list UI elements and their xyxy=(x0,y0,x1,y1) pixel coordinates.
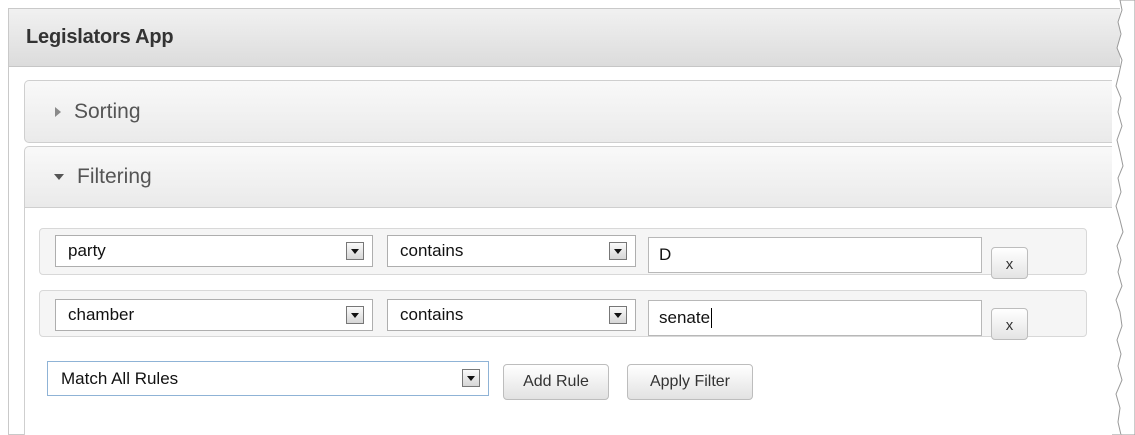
chevron-down-icon xyxy=(614,312,622,318)
chevron-down-icon xyxy=(351,248,359,254)
rule-operator-value: contains xyxy=(400,241,464,260)
sorting-section-header[interactable]: Sorting xyxy=(24,80,1112,143)
chevron-down-icon xyxy=(351,312,359,318)
rule-field-select[interactable]: chamber xyxy=(55,299,373,331)
rule-value-text: senate xyxy=(659,308,711,327)
chevron-down-icon xyxy=(467,375,475,381)
sorting-label: Sorting xyxy=(74,99,141,123)
dropdown-button[interactable] xyxy=(609,306,627,324)
rule-value-input[interactable]: senate xyxy=(648,300,982,336)
text-caret xyxy=(711,308,713,328)
rule-operator-value: contains xyxy=(400,305,464,324)
app-header: Legislators App xyxy=(9,9,1120,67)
filtering-section-header[interactable]: Filtering xyxy=(24,146,1112,208)
rule-field-value: party xyxy=(68,241,106,260)
match-mode-value: Match All Rules xyxy=(61,368,179,388)
triangle-right-icon xyxy=(55,106,61,117)
triangle-down-icon xyxy=(54,174,64,180)
remove-rule-button[interactable]: x xyxy=(991,308,1028,340)
filtering-label: Filtering xyxy=(77,165,152,188)
rule-operator-select[interactable]: contains xyxy=(387,299,636,331)
dropdown-button[interactable] xyxy=(609,242,627,260)
torn-edge-decoration xyxy=(1115,0,1135,435)
rule-value-text: D xyxy=(659,245,672,264)
app-title: Legislators App xyxy=(26,26,174,48)
match-mode-select[interactable]: Match All Rules xyxy=(47,361,489,396)
add-rule-button[interactable]: Add Rule xyxy=(503,364,609,400)
chevron-down-icon xyxy=(614,248,622,254)
rule-value-input[interactable]: D xyxy=(648,237,982,273)
apply-filter-button[interactable]: Apply Filter xyxy=(627,364,753,400)
rule-operator-select[interactable]: contains xyxy=(387,235,636,267)
rule-field-select[interactable]: party xyxy=(55,235,373,267)
rule-field-value: chamber xyxy=(68,305,135,324)
remove-rule-button[interactable]: x xyxy=(991,247,1028,279)
dropdown-button[interactable] xyxy=(462,369,480,387)
dropdown-button[interactable] xyxy=(346,306,364,324)
dropdown-button[interactable] xyxy=(346,242,364,260)
